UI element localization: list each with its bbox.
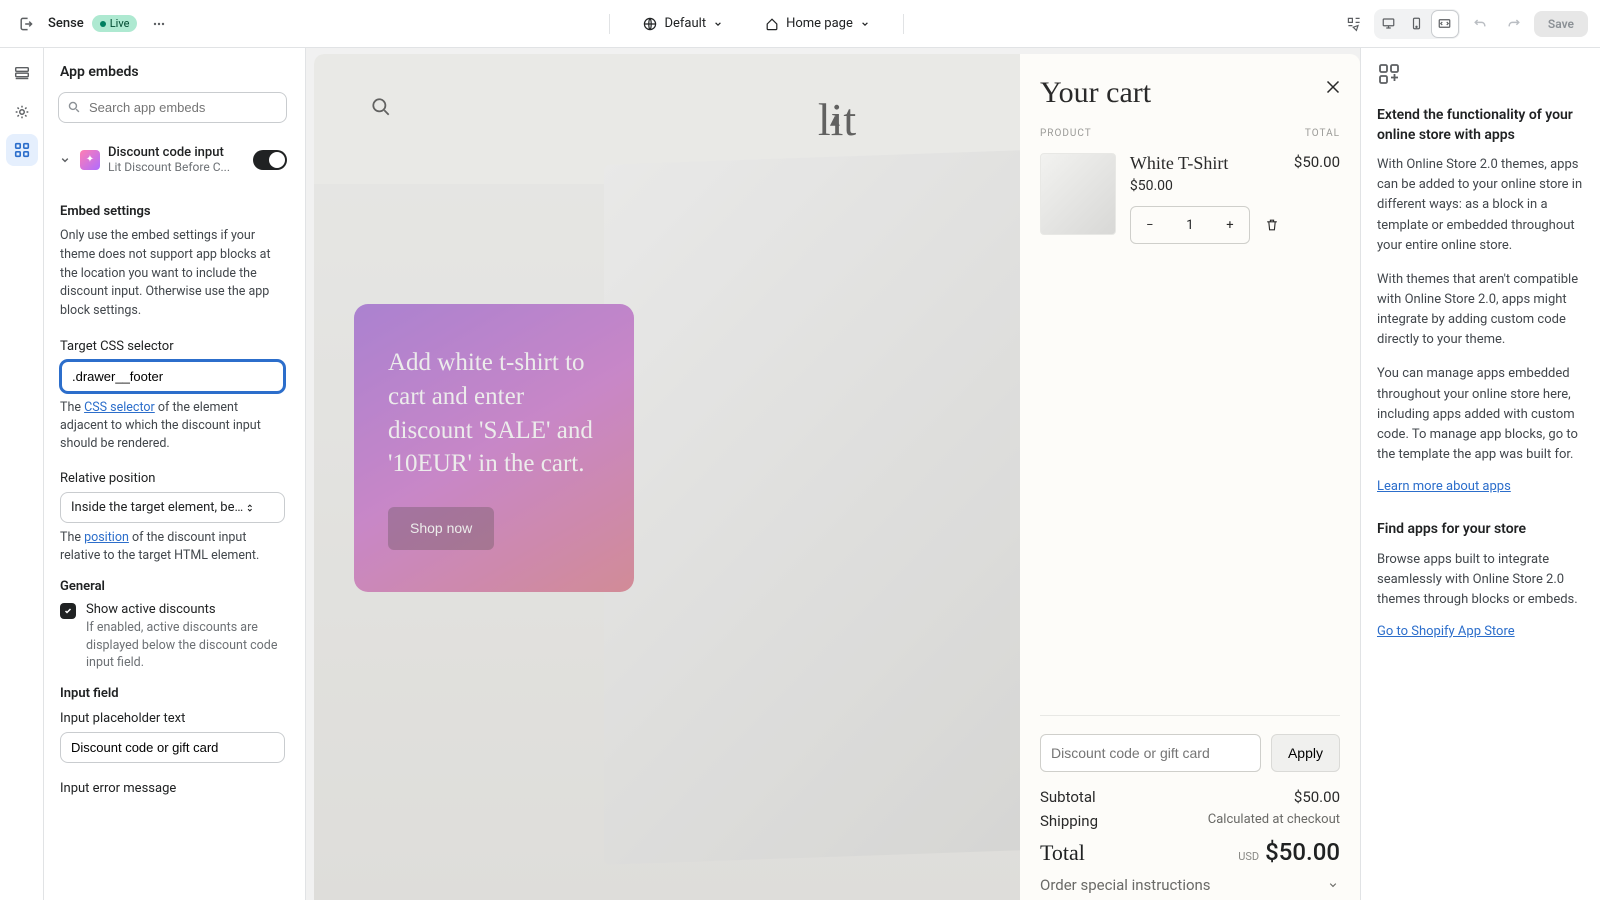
cart-drawer: Your cart PRODUCT TOTAL White T-Shirt $5… [1020,54,1360,900]
undo-button[interactable] [1466,10,1494,38]
show-active-checkbox[interactable] [60,603,76,619]
rail-app-embeds[interactable] [6,134,38,166]
input-field-heading: Input field [60,686,285,701]
col-product: PRODUCT [1040,128,1092,139]
col-total: TOTAL [1305,128,1340,139]
preview-area: ▴lit Home Catalog Cart Add white t-shirt… [306,48,1360,900]
sidebar: App embeds ✦ Discount code input Lit Dis… [44,48,306,900]
more-button[interactable] [145,10,173,38]
mobile-button[interactable] [1404,11,1430,37]
rpanel-heading-1: Extend the functionality of your online … [1377,106,1584,145]
rail-settings[interactable] [6,96,38,128]
home-icon [764,16,780,32]
inspector-button[interactable] [1340,10,1368,38]
embed-row[interactable]: ✦ Discount code input Lit Discount Befor… [44,137,301,182]
placeholder-label: Input placeholder text [60,711,285,726]
left-rail [0,48,44,900]
placeholder-input[interactable] [60,732,285,763]
embed-title: Discount code input [108,145,245,160]
embed-subtitle: Lit Discount Before C... [108,160,245,174]
total-label: Total [1040,840,1085,866]
chevron-down-icon [58,153,72,167]
chevron-down-icon [859,18,871,30]
item-unit-price: $50.00 [1130,178,1280,194]
desktop-button[interactable] [1376,11,1402,37]
sidebar-title: App embeds [44,48,301,92]
item-line-total: $50.00 [1294,153,1340,244]
live-badge: Live [92,15,138,32]
select-arrows-icon [244,502,256,514]
subtotal-value: $50.00 [1294,788,1340,806]
cart-close-button[interactable] [1322,76,1344,98]
cart-footer: Apply Subtotal $50.00 Shipping Calculated … [1040,715,1340,900]
item-name: White T-Shirt [1130,153,1280,174]
rail-sections[interactable] [6,58,38,90]
embed-settings-heading: Embed settings [60,204,285,219]
style-dropdown[interactable]: Default [634,12,732,36]
globe-icon [642,16,658,32]
cart-title: Your cart [1040,76,1340,110]
currency: USD [1238,850,1259,863]
page-dropdown[interactable]: Home page [756,12,879,36]
learn-more-link[interactable]: Learn more about apps [1377,479,1511,494]
show-active-help: If enabled, active discounts are display… [86,619,285,672]
rpanel-p4: Browse apps built to integrate seamlessl… [1377,550,1584,610]
exit-button[interactable] [12,10,40,38]
search-icon [67,100,81,114]
apply-button[interactable]: Apply [1271,734,1340,772]
qty-value: 1 [1169,207,1211,243]
item-image [1040,153,1116,235]
shipping-value: Calculated at checkout [1208,812,1340,830]
general-heading: General [60,579,285,594]
target-hint: The CSS selector of the element adjacent… [60,399,285,453]
embed-toggle[interactable] [253,150,287,170]
shipping-label: Shipping [1040,812,1098,830]
error-label: Input error message [60,781,285,796]
app-icon: ✦ [80,150,100,170]
target-label: Target CSS selector [60,339,285,354]
total-value: $50.00 [1265,838,1340,866]
save-button[interactable]: Save [1534,11,1588,37]
qty-decrease[interactable]: − [1131,207,1169,243]
embed-settings-help: Only use the embed settings if your them… [60,227,285,321]
relpos-hint: The position of the discount input relat… [60,529,285,565]
chevron-down-icon [1326,878,1340,892]
remove-item-button[interactable] [1264,217,1280,233]
separator [903,14,904,34]
relative-position-select[interactable]: Inside the target element, bef... [60,492,285,523]
rpanel-heading-2: Find apps for your store [1377,520,1584,540]
chevron-down-icon [712,18,724,30]
app-store-link[interactable]: Go to Shopify App Store [1377,624,1515,639]
special-instructions[interactable]: Order special instructions [1040,876,1340,894]
fullwidth-button[interactable] [1432,11,1458,37]
show-active-label: Show active discounts [86,602,285,617]
cart-item: White T-Shirt $50.00 − 1 + [1040,153,1340,244]
apps-grid-icon[interactable] [1377,62,1584,86]
relative-position-label: Relative position [60,471,285,486]
top-bar: Sense Live Default Home page [0,0,1600,48]
discount-input[interactable] [1040,734,1261,772]
subtotal-label: Subtotal [1040,788,1096,806]
device-switcher [1374,9,1460,39]
rpanel-p2: With themes that aren't compatible with … [1377,270,1584,351]
rpanel-p1: With Online Store 2.0 themes, apps can b… [1377,155,1584,256]
qty-increase[interactable]: + [1211,207,1249,243]
right-panel: Extend the functionality of your online … [1360,48,1600,900]
target-css-input[interactable] [60,360,285,393]
theme-name: Sense [48,16,84,31]
redo-button[interactable] [1500,10,1528,38]
css-selector-link[interactable]: CSS selector [84,400,155,415]
position-link[interactable]: position [84,530,129,545]
quantity-stepper: − 1 + [1130,206,1250,244]
separator [609,14,610,34]
search-input[interactable] [58,92,287,123]
rpanel-p3: You can manage apps embedded throughout … [1377,364,1584,465]
